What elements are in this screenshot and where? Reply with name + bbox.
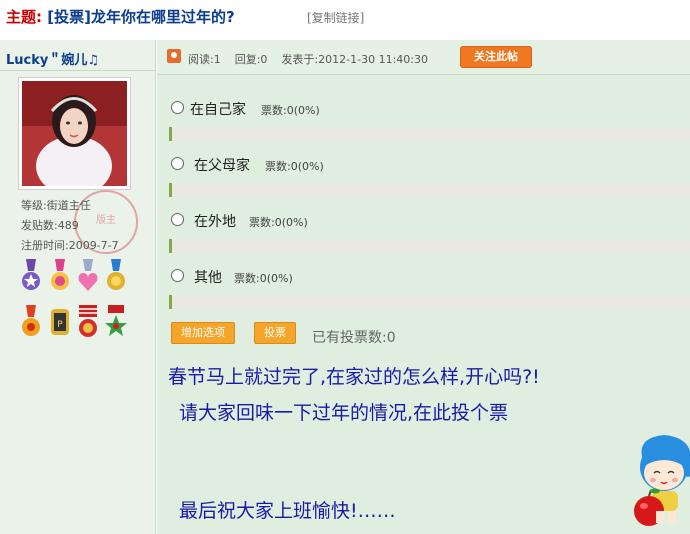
topic-label: 主题: [6,8,42,26]
user-registered-date: 注册时间:2009-7-7 [21,239,119,252]
avatar[interactable] [18,77,131,190]
read-count: 阅读:1 [188,53,221,66]
medal-stripes-icon[interactable] [77,305,99,339]
medal-badge-icon[interactable]: P [49,305,71,339]
poll-option-label: 其他 [194,270,222,286]
document-icon [167,49,181,63]
medal-flower-icon[interactable] [20,305,42,339]
poll-option-label: 在外地 [194,214,236,230]
post-date: 发表于:2012-1-30 11:40:30 [281,53,428,66]
follow-thread-button[interactable]: 关注此帖 [460,46,532,68]
radio-button[interactable] [171,157,184,170]
copy-link[interactable]: [复制链接] [307,9,364,26]
user-level: 等级:街道主任 [21,199,91,212]
post-meta-text: 阅读:1 回复:0 发表于:2012-1-30 11:40:30 [188,51,428,67]
poll-result-bar [169,295,690,309]
medal-gold-icon[interactable] [105,259,127,293]
poll-option-label: 在自己家 [190,102,246,118]
author-name[interactable]: Lucky＂婉儿♫ [6,49,99,68]
avatar-portrait [22,81,127,186]
radio-button[interactable] [171,101,184,114]
medal-heart-icon[interactable] [77,259,99,293]
thread-title-text: [投票]龙年你在哪里过年的? [47,8,235,26]
post-meta-bar: 阅读:1 回复:0 发表于:2012-1-30 11:40:30 关注此帖 [157,40,690,75]
reply-count: 回复:0 [234,53,268,66]
poll-option-votes: 票数:0(0%) [249,216,308,229]
post-text-line: 春节马上就过完了,在家过的怎么样,开心吗?! [168,366,540,388]
poll-result-bar [169,127,690,141]
poll-result-bar [169,239,690,253]
title-bar: 主题: [投票]龙年你在哪里过年的? [复制链接] [0,0,690,36]
poll-option-label: 在父母家 [194,158,250,174]
vote-button[interactable]: 投票 [254,322,296,344]
thread-title: 主题: [投票]龙年你在哪里过年的? [6,6,235,27]
medal-purple-icon[interactable] [20,259,42,293]
post-text-line: 请大家回味一下过年的情况,在此投个票 [179,402,509,424]
sidebar-divider [0,70,155,71]
add-option-button[interactable]: 增加选项 [171,322,235,344]
medal-star-icon[interactable] [105,305,127,339]
svg-text:P: P [57,320,63,330]
radio-button[interactable] [171,269,184,282]
user-post-count: 发贴数:489 [21,219,79,232]
post-content-area: 阅读:1 回复:0 发表于:2012-1-30 11:40:30 关注此帖 在自… [157,40,690,534]
total-votes: 已有投票数:0 [312,330,396,346]
radio-button[interactable] [171,213,184,226]
cartoon-girl-apple-icon [634,435,690,526]
post-text-line: 最后祝大家上班愉快!…… [179,500,396,522]
poll-option-votes: 票数:0(0%) [265,160,324,173]
poll-option-votes: 票数:0(0%) [261,104,320,117]
poll-option-votes: 票数:0(0%) [234,272,293,285]
poll-result-bar [169,183,690,197]
author-sidebar: Lucky＂婉儿♫ 版主 等级:街道主任 发贴数:489 注册时间:2009-7… [0,40,156,534]
medal-pink-icon[interactable] [49,259,71,293]
